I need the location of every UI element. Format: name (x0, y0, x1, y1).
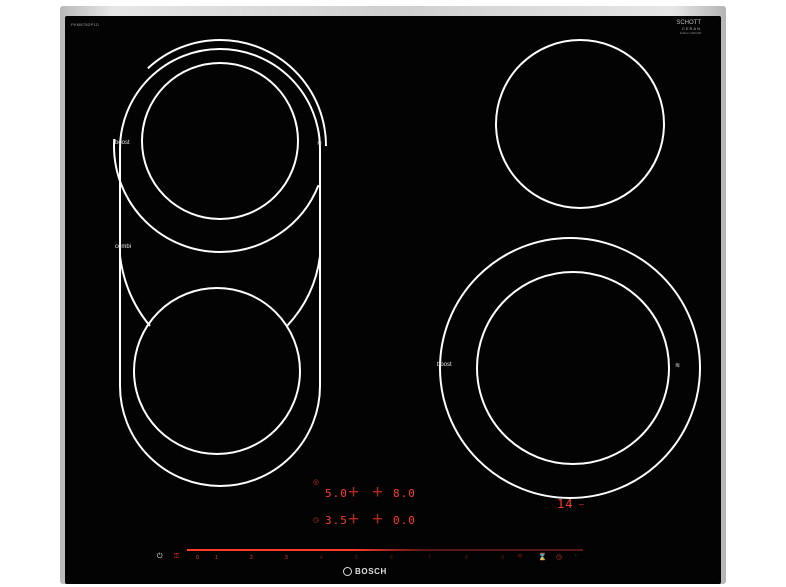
right-bottom-inner-ring (476, 271, 670, 465)
left-upper-inner-ring (141, 62, 299, 220)
right-boost-label: boost (437, 362, 452, 368)
level-4[interactable]: 4 (320, 555, 323, 561)
level-7[interactable]: 7 (428, 555, 431, 561)
timer-suffix: – (579, 500, 585, 509)
right-top-zone-ring (495, 39, 665, 209)
level-5[interactable]: 5 (355, 555, 358, 561)
boost-icon[interactable]: ≋ (517, 552, 523, 560)
left-upper-mid-ring (113, 39, 327, 253)
left-combi-label: combi (115, 244, 132, 250)
left-boost-marker-icon: ≋ (317, 141, 323, 147)
left-connector-left (119, 255, 151, 327)
level-0[interactable]: 0 (196, 555, 199, 561)
level-1[interactable]: 1 (215, 555, 218, 561)
level-6[interactable]: 6 (390, 555, 393, 561)
right-boost-marker-icon: ≋ (675, 363, 681, 369)
timer-small-icon: ◷ (313, 517, 320, 524)
power-icon[interactable]: ⏻ (157, 553, 163, 561)
power-slider[interactable] (187, 549, 583, 551)
timer-display: 14 (557, 497, 574, 511)
display-row1-right: 8.0 (393, 487, 416, 500)
ceramic-glass-surface: PKM875DP1D SCHOTT CERAN Edition 2021/08 … (65, 16, 721, 584)
timer-icon[interactable]: ⌛ (538, 553, 547, 561)
display-row2-right: 0.0 (393, 514, 416, 527)
level-9[interactable]: 9 (501, 555, 504, 561)
level-2[interactable]: 2 (250, 555, 253, 561)
bosch-brand-text: BOSCH (355, 567, 387, 576)
display-row1-left: 5.0 (325, 487, 348, 500)
clock-small-icon[interactable]: ◔ (573, 553, 577, 560)
clock-icon[interactable]: ◷ (556, 553, 562, 561)
zone-cross-4-icon[interactable]: + (372, 510, 383, 529)
bosch-logo-icon (343, 567, 352, 576)
right-bottom-outer-ring (439, 237, 701, 499)
level-3[interactable]: 3 (285, 555, 288, 561)
left-boost-label: boost (115, 140, 130, 146)
zone-indicator-icon: ◎ (313, 479, 320, 486)
child-lock-icon[interactable]: ⚿ (174, 553, 179, 561)
zone-cross-3-icon[interactable]: + (348, 510, 359, 529)
display-row2-left: 3.5 (325, 514, 348, 527)
zone-cross-1-icon[interactable]: + (348, 483, 359, 502)
zone-cross-2-icon[interactable]: + (372, 483, 383, 502)
left-connector-right (286, 255, 321, 327)
level-8[interactable]: 8 (465, 555, 468, 561)
left-lower-ring (133, 287, 301, 455)
